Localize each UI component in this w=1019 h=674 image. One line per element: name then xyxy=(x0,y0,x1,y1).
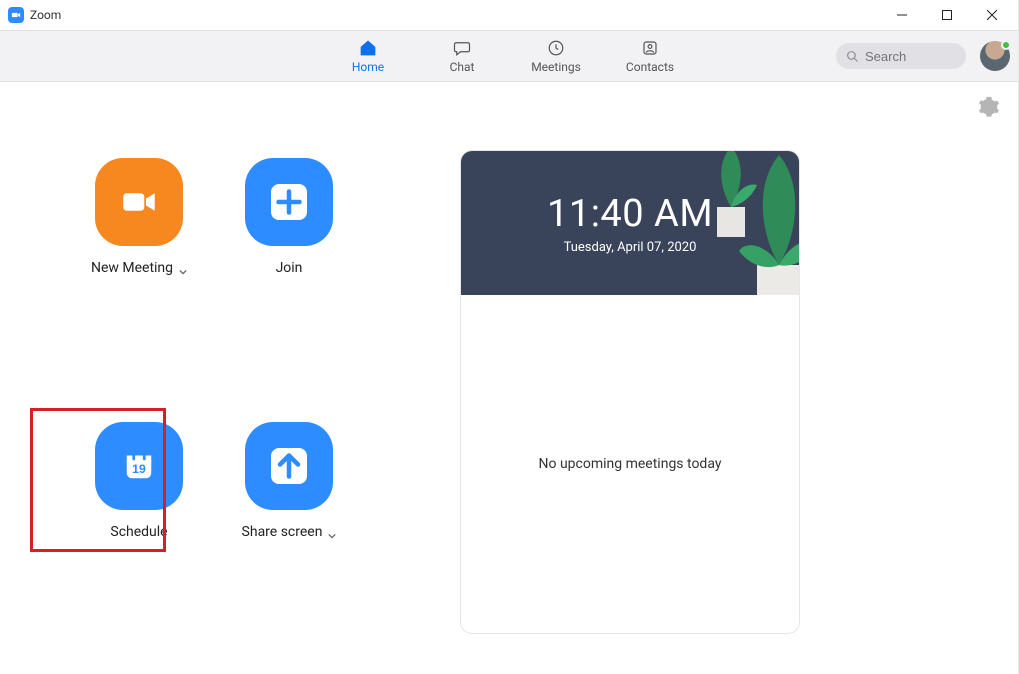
calendar-day-number: 19 xyxy=(132,462,146,476)
schedule-label: Schedule xyxy=(110,524,167,540)
search-box[interactable] xyxy=(836,43,966,69)
window-titlebar: Zoom xyxy=(0,0,1018,30)
action-tiles: New Meeting Join xyxy=(64,150,364,634)
join-label: Join xyxy=(276,260,303,276)
tab-contacts-label: Contacts xyxy=(626,60,674,74)
plus-icon xyxy=(271,181,307,223)
decorative-plant-icon xyxy=(739,155,799,295)
clock-icon xyxy=(547,39,565,57)
tile-share-screen: Share screen xyxy=(214,422,364,634)
current-time: 11:40 AM xyxy=(547,192,713,236)
contacts-icon xyxy=(641,39,659,57)
tab-chat-label: Chat xyxy=(450,60,475,74)
chevron-down-icon xyxy=(179,268,187,276)
calendar-icon: 19 xyxy=(118,445,160,487)
video-icon xyxy=(118,181,160,223)
schedule-button[interactable]: 19 xyxy=(95,422,183,510)
tab-home[interactable]: Home xyxy=(342,31,394,81)
home-icon xyxy=(359,39,377,57)
presence-indicator xyxy=(1001,40,1011,50)
settings-button[interactable] xyxy=(978,96,1000,122)
profile-avatar[interactable] xyxy=(980,41,1010,71)
tab-contacts[interactable]: Contacts xyxy=(624,31,676,81)
share-screen-button[interactable] xyxy=(245,422,333,510)
search-icon xyxy=(846,50,859,63)
share-screen-label: Share screen xyxy=(242,524,323,540)
zoom-app-icon xyxy=(8,7,24,23)
no-meetings-text: No upcoming meetings today xyxy=(539,456,722,472)
arrow-up-icon xyxy=(271,445,307,487)
join-button[interactable] xyxy=(245,158,333,246)
top-nav: Home Chat Meetings Contacts xyxy=(0,30,1018,82)
chevron-down-icon xyxy=(328,532,336,540)
tab-meetings[interactable]: Meetings xyxy=(530,31,582,81)
tile-schedule: 19 Schedule xyxy=(64,422,214,634)
new-meeting-label: New Meeting xyxy=(91,260,173,276)
tab-chat[interactable]: Chat xyxy=(436,31,488,81)
window-title: Zoom xyxy=(30,8,61,22)
new-meeting-dropdown[interactable] xyxy=(179,264,187,272)
new-meeting-button[interactable] xyxy=(95,158,183,246)
meetings-info-panel: 11:40 AM Tuesday, April 07, 2020 No upco… xyxy=(460,150,800,634)
tile-new-meeting: New Meeting xyxy=(64,158,214,370)
share-screen-dropdown[interactable] xyxy=(328,528,336,536)
tab-meetings-label: Meetings xyxy=(531,60,581,74)
tile-join: Join xyxy=(214,158,364,370)
chat-icon xyxy=(453,39,471,57)
window-maximize-button[interactable] xyxy=(924,0,969,30)
search-input[interactable] xyxy=(865,49,955,64)
gear-icon xyxy=(978,96,1000,118)
window-minimize-button[interactable] xyxy=(879,0,924,30)
tab-home-label: Home xyxy=(352,60,384,74)
current-date: Tuesday, April 07, 2020 xyxy=(564,240,697,255)
info-header: 11:40 AM Tuesday, April 07, 2020 xyxy=(461,151,799,295)
window-close-button[interactable] xyxy=(969,0,1014,30)
